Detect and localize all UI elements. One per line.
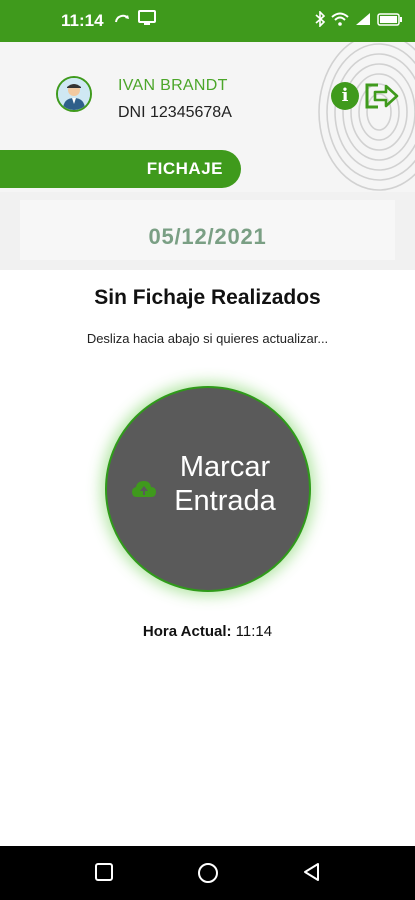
info-icon: i (341, 85, 349, 106)
back-button[interactable] (302, 862, 322, 882)
logout-icon (365, 83, 399, 109)
current-time-label: Hora Actual: (142, 623, 232, 640)
cast-icon (114, 11, 130, 30)
bluetooth-icon (315, 10, 326, 32)
status-title: Sin Fichaje Realizados (94, 286, 321, 309)
cloud-upload-icon (132, 481, 156, 497)
recents-button[interactable] (94, 862, 114, 882)
status-time: 11:14 (61, 11, 104, 30)
mark-entry-label: Marcar Entrada (174, 451, 276, 517)
fingerprint-icon (318, 42, 415, 191)
current-time-value: 11:14 (235, 623, 273, 640)
tab-fichaje[interactable]: FICHAJE (0, 150, 241, 188)
user-name: IVAN BRANDT (118, 77, 228, 94)
current-time: Hora Actual: 11:14 (0, 623, 415, 640)
mark-entry-button[interactable]: Marcar Entrada (105, 386, 311, 592)
navigation-bar (0, 846, 415, 900)
avatar (56, 76, 92, 112)
date-text: 05/12/2021 (148, 224, 267, 249)
logout-button[interactable] (364, 82, 400, 115)
date-band: 05/12/2021 (0, 192, 415, 270)
info-button[interactable]: i (331, 82, 359, 110)
signal-icon (355, 12, 371, 31)
status-bar: 11:14 (0, 0, 415, 42)
user-dni: DNI 12345678A (118, 104, 232, 121)
home-button[interactable] (197, 862, 219, 884)
wifi-icon (331, 12, 349, 31)
screen-icon (138, 10, 156, 31)
battery-icon (377, 12, 403, 31)
refresh-hint: Desliza hacia abajo si quieres actualiza… (86, 331, 329, 346)
status-left-icons (114, 10, 156, 31)
status-right-icons (315, 10, 403, 32)
date-card: 05/12/2021 (20, 200, 395, 260)
